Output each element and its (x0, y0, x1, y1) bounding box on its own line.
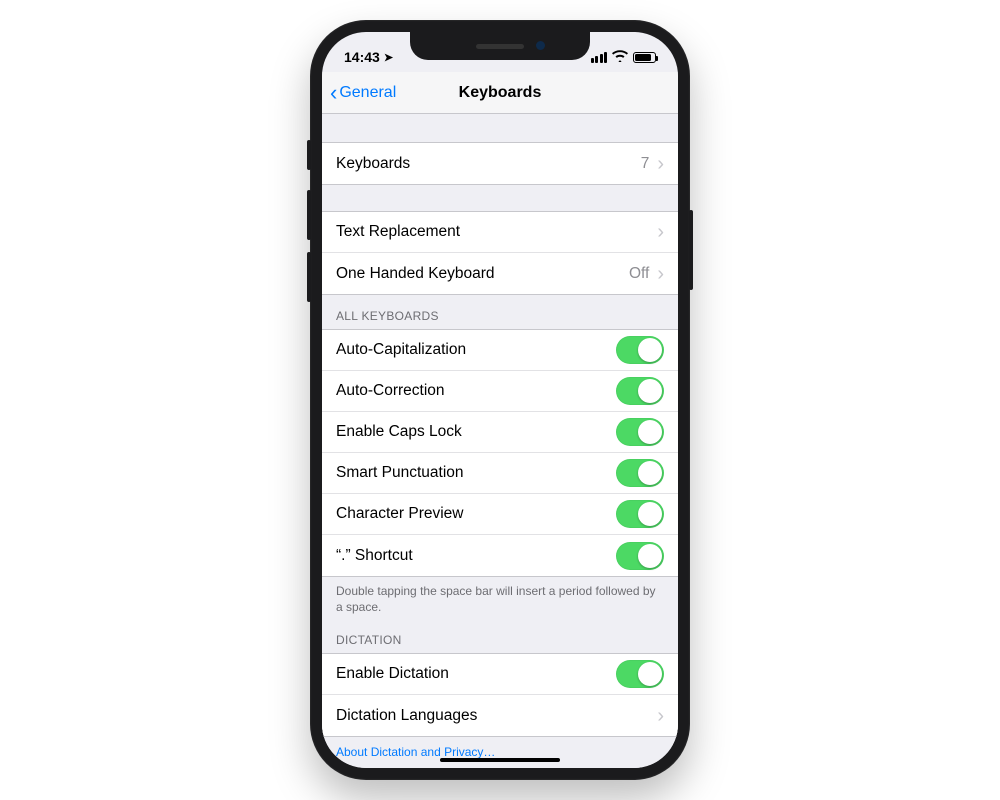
row-label: Keyboards (336, 155, 410, 173)
back-label: General (339, 84, 396, 102)
spacer (322, 185, 678, 211)
location-icon: ➤ (384, 51, 393, 64)
phone-frame: 14:43 ➤ ‹ General Keyboards (310, 20, 690, 780)
group-text-options: Text Replacement › One Handed Keyboard O… (322, 211, 678, 295)
chevron-right-icon: › (657, 154, 664, 174)
chevron-right-icon: › (657, 222, 664, 242)
toggle-enable-dictation[interactable] (616, 660, 664, 688)
row-text-replacement[interactable]: Text Replacement › (322, 212, 678, 253)
toggle-auto-capitalization[interactable] (616, 336, 664, 364)
cellular-icon (591, 52, 608, 63)
status-left: 14:43 ➤ (344, 39, 393, 65)
row-value: Off (629, 265, 649, 283)
toggle-smart-punctuation[interactable] (616, 459, 664, 487)
screen: 14:43 ➤ ‹ General Keyboards (322, 32, 678, 768)
group-keyboards-count: Keyboards 7 › (322, 142, 678, 185)
row-value: 7 (641, 155, 650, 173)
stage: 14:43 ➤ ‹ General Keyboards (0, 0, 1000, 800)
volume-up-button (307, 190, 311, 240)
notch (410, 32, 590, 60)
row-auto-correction[interactable]: Auto-Correction (322, 371, 678, 412)
row-label: Dictation Languages (336, 707, 477, 725)
status-right (591, 40, 657, 64)
group-all-keyboards: Auto-Capitalization Auto-Correction Enab… (322, 329, 678, 577)
row-keyboards[interactable]: Keyboards 7 › (322, 143, 678, 184)
home-indicator[interactable] (440, 758, 560, 762)
row-label: Auto-Correction (336, 382, 445, 400)
mute-switch (307, 140, 311, 170)
row-trail: 7 › (641, 154, 664, 174)
row-trail: Off › (629, 264, 664, 284)
section-header-dictation: DICTATION (322, 619, 678, 653)
row-label: Text Replacement (336, 223, 460, 241)
row-trail: › (657, 706, 664, 726)
battery-icon (633, 52, 656, 63)
row-smart-punctuation[interactable]: Smart Punctuation (322, 453, 678, 494)
chevron-right-icon: › (657, 706, 664, 726)
row-trail: › (657, 222, 664, 242)
nav-bar: ‹ General Keyboards (322, 72, 678, 114)
row-label: Enable Dictation (336, 665, 449, 683)
volume-down-button (307, 252, 311, 302)
row-auto-capitalization[interactable]: Auto-Capitalization (322, 330, 678, 371)
nav-title: Keyboards (459, 84, 542, 102)
side-button (689, 210, 693, 290)
row-label: One Handed Keyboard (336, 265, 495, 283)
row-dictation-languages[interactable]: Dictation Languages › (322, 695, 678, 736)
row-label: Enable Caps Lock (336, 423, 462, 441)
section-footer-all-keyboards: Double tapping the space bar will insert… (322, 577, 678, 619)
row-character-preview[interactable]: Character Preview (322, 494, 678, 535)
toggle-period-shortcut[interactable] (616, 542, 664, 570)
toggle-character-preview[interactable] (616, 500, 664, 528)
row-period-shortcut[interactable]: “.” Shortcut (322, 535, 678, 576)
wifi-icon (612, 50, 628, 64)
row-label: Character Preview (336, 505, 464, 523)
row-enable-dictation[interactable]: Enable Dictation (322, 654, 678, 695)
section-header-all-keyboards: ALL KEYBOARDS (322, 295, 678, 329)
spacer (322, 114, 678, 142)
row-label: Auto-Capitalization (336, 341, 466, 359)
toggle-auto-correction[interactable] (616, 377, 664, 405)
row-label: Smart Punctuation (336, 464, 464, 482)
status-time: 14:43 (344, 49, 380, 65)
earpiece (476, 44, 524, 49)
group-dictation: Enable Dictation Dictation Languages › (322, 653, 678, 737)
row-one-handed-keyboard[interactable]: One Handed Keyboard Off › (322, 253, 678, 294)
chevron-right-icon: › (657, 264, 664, 284)
back-button[interactable]: ‹ General (330, 82, 396, 104)
row-enable-caps-lock[interactable]: Enable Caps Lock (322, 412, 678, 453)
section-footer-dictation: You can use Dictation for English when y… (322, 761, 678, 768)
chevron-left-icon: ‹ (330, 82, 337, 104)
toggle-caps-lock[interactable] (616, 418, 664, 446)
row-label: “.” Shortcut (336, 547, 413, 565)
front-camera (536, 41, 545, 50)
content[interactable]: Keyboards 7 › Text Replacement › (322, 114, 678, 768)
